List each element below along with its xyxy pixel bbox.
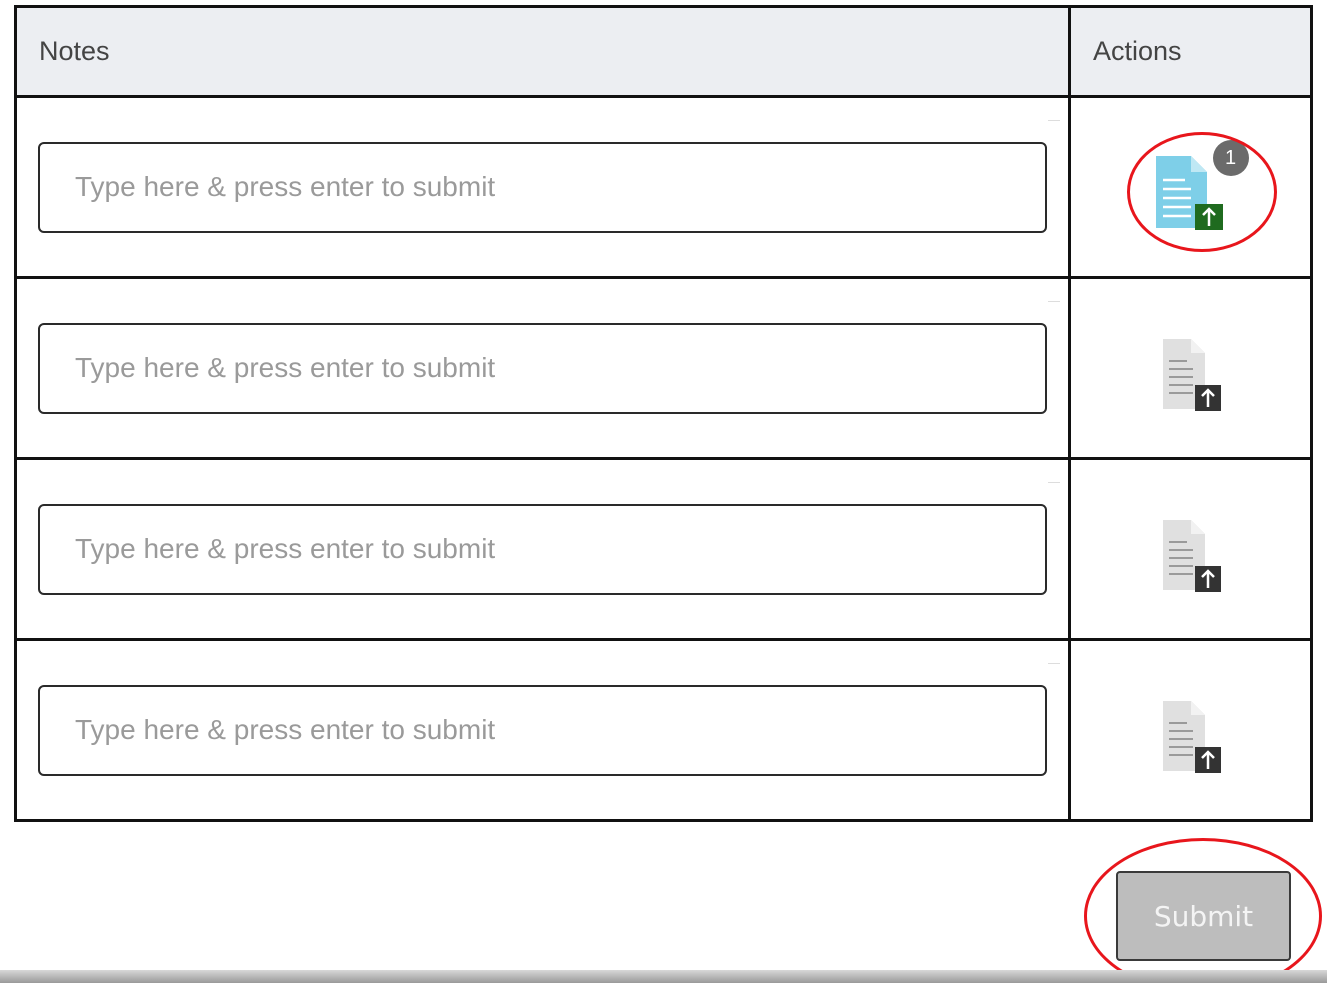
upload-attachment-button[interactable] <box>1151 502 1231 592</box>
document-upload-icon <box>1162 338 1221 411</box>
upload-attachment-button[interactable] <box>1151 683 1231 773</box>
table-row: 1 <box>14 95 1313 279</box>
upload-attachment-button[interactable] <box>1151 321 1231 411</box>
note-input[interactable] <box>38 684 1047 776</box>
notes-table: Notes Actions Type here & press enter to… <box>14 5 1313 822</box>
notes-column-header: Notes <box>14 5 1071 98</box>
document-upload-icon <box>1162 519 1221 592</box>
note-input[interactable] <box>38 322 1047 414</box>
table-row <box>14 457 1313 641</box>
note-input[interactable] <box>38 503 1047 595</box>
action-cell <box>1068 276 1313 460</box>
note-cell <box>14 457 1071 641</box>
action-cell <box>1068 638 1313 822</box>
resize-mark <box>1048 301 1060 302</box>
submit-button[interactable]: Submit <box>1116 871 1291 961</box>
action-cell: 1 <box>1068 95 1313 279</box>
page-bottom-shadow <box>0 970 1327 983</box>
resize-mark <box>1048 663 1060 664</box>
table-row <box>14 276 1313 460</box>
table-row <box>14 638 1313 822</box>
upload-attachment-button[interactable]: 1 <box>1151 139 1249 230</box>
table-header-row: Notes Actions <box>14 5 1313 98</box>
note-input[interactable] <box>38 141 1047 233</box>
note-cell <box>14 95 1071 279</box>
note-cell <box>14 638 1071 822</box>
resize-mark <box>1048 120 1060 121</box>
notes-page: Notes Actions Type here & press enter to… <box>0 0 1327 983</box>
attachment-count-badge: 1 <box>1212 139 1249 176</box>
note-cell <box>14 276 1071 460</box>
document-upload-icon <box>1162 700 1221 773</box>
action-cell <box>1068 457 1313 641</box>
resize-mark <box>1048 482 1060 483</box>
actions-column-header: Actions <box>1068 5 1313 98</box>
